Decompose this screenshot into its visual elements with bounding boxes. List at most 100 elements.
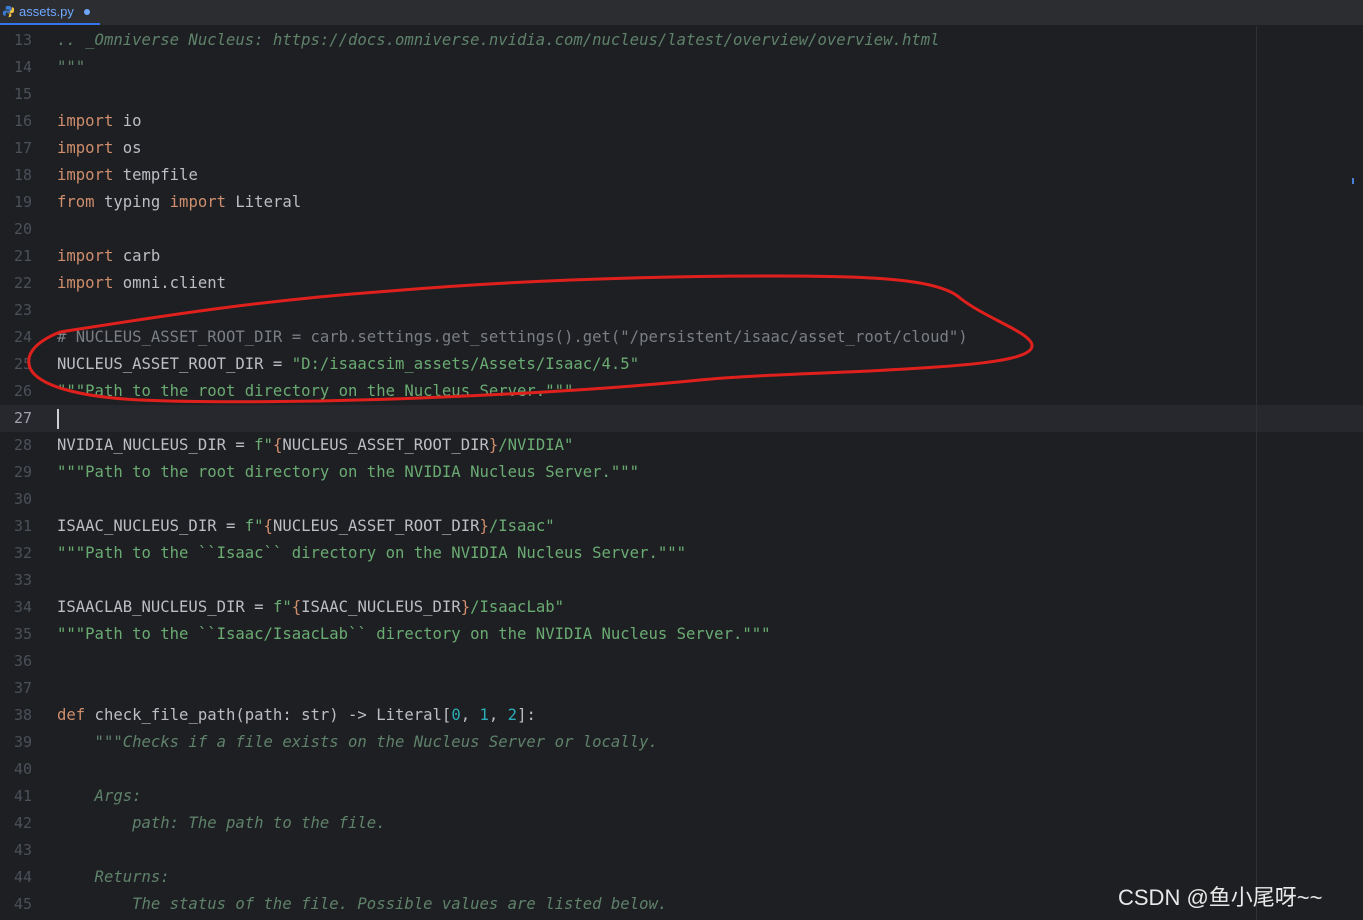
modified-indicator-icon [83,8,90,15]
code-token: f" [254,436,273,454]
code-token: ]: [517,706,536,724]
code-token: The status of the file. Possible values … [57,895,668,913]
line-number: 43 [13,841,32,859]
code-text: NVIDIA_NUCLEUS_DIR = f"{NUCLEUS_ASSET_RO… [57,432,573,459]
code-token: { [263,517,273,535]
code-token: """ [57,58,86,76]
code-line[interactable]: 25 NUCLEUS_ASSET_ROOT_DIR = "D:/isaacsim_… [0,351,1363,378]
code-line[interactable]: 31 ISAAC_NUCLEUS_DIR = f"{NUCLEUS_ASSET_R… [0,513,1363,540]
line-number: 34 [13,598,32,616]
code-token: } [479,517,489,535]
code-line[interactable]: 21 import carb [0,243,1363,270]
code-line[interactable]: 17 import os [0,135,1363,162]
line-number: 40 [13,760,32,778]
line-number: 33 [13,571,32,589]
line-number: 38 [13,706,32,724]
line-number: 19 [13,193,32,211]
line-number: 44 [13,868,32,886]
code-text: NUCLEUS_ASSET_ROOT_DIR = "D:/isaacsim_as… [57,351,639,378]
code-editor[interactable]: 13 .. _Omniverse Nucleus: https://docs.om… [0,26,1363,920]
code-line[interactable]: 40 [0,756,1363,783]
code-line[interactable]: 38 def check_file_path(path: str) -> Lite… [0,702,1363,729]
code-token: } [460,598,471,616]
line-number: 15 [13,85,32,103]
code-line[interactable]: 34 ISAACLAB_NUCLEUS_DIR = f"{ISAAC_NUCLEU… [0,594,1363,621]
code-line[interactable]: 35 """Path to the ``Isaac/IsaacLab`` dire… [0,621,1363,648]
editor-tab-bar: assets.py [0,0,1363,25]
code-line[interactable]: 15 [0,81,1363,108]
code-line[interactable]: 18 import tempfile [0,162,1363,189]
code-line[interactable]: 43 [0,837,1363,864]
code-text: """ [57,54,85,81]
code-line[interactable]: 32 """Path to the ``Isaac`` directory on … [0,540,1363,567]
code-token: } [488,436,499,454]
code-line[interactable]: 19 from typing import Literal [0,189,1363,216]
code-line[interactable]: 23 [0,297,1363,324]
code-token: check_file_path(path: str) -> Literal[ [85,706,452,724]
code-text: def check_file_path(path: str) -> Litera… [57,702,536,729]
code-token: ISAAC_NUCLEUS_DIR = [57,517,245,535]
code-line[interactable]: 39 """Checks if a file exists on the Nuc… [0,729,1363,756]
code-text: Args: [57,783,142,810]
code-text: ISAACLAB_NUCLEUS_DIR = f"{ISAAC_NUCLEUS_… [57,594,564,621]
code-text: """Path to the root directory on the Nuc… [57,378,573,405]
code-token: """Path to the ``Isaac`` directory on th… [57,544,687,562]
line-number: 36 [13,652,32,670]
code-line[interactable]: 30 [0,486,1363,513]
code-token: /Isaac" [488,517,555,535]
code-text [57,405,59,432]
code-text: from typing import Literal [57,189,301,216]
code-token: NUCLEUS_ASSET_ROOT_DIR = [57,355,292,373]
code-token: /NVIDIA" [498,436,574,454]
code-token: Literal [226,193,302,211]
code-token: Returns: [57,868,170,886]
code-token: io [113,112,142,130]
line-number: 20 [13,220,32,238]
code-line[interactable]: 37 [0,675,1363,702]
code-line[interactable]: 42 path: The path to the file. [0,810,1363,837]
code-line[interactable]: 27 [0,405,1363,432]
code-token: 2 [507,706,518,724]
code-line[interactable]: 16 import io [0,108,1363,135]
code-token: """Path to the ``Isaac/IsaacLab`` direct… [57,625,771,643]
scrollbar-marker[interactable] [1352,178,1354,184]
code-line[interactable]: 29 """Path to the root directory on the N… [0,459,1363,486]
code-line[interactable]: 24 # NUCLEUS_ASSET_ROOT_DIR = carb.settin… [0,324,1363,351]
line-number: 23 [13,301,32,319]
line-number: 25 [13,355,32,373]
code-token: carb [113,247,161,265]
code-text: .. _Omniverse Nucleus: https://docs.omni… [57,27,940,54]
code-token: os [113,139,142,157]
code-token: """Checks if a file exists on the Nucleu… [57,733,658,751]
code-token: # NUCLEUS_ASSET_ROOT_DIR = carb.settings… [57,328,968,346]
code-line[interactable]: 14 """ [0,54,1363,81]
code-token: import [57,247,114,265]
code-line[interactable]: 28 NVIDIA_NUCLEUS_DIR = f"{NUCLEUS_ASSET_… [0,432,1363,459]
tab-filename: assets.py [19,4,74,19]
line-number: 27 [13,409,32,427]
code-line[interactable]: 33 [0,567,1363,594]
code-line[interactable]: 26 """Path to the root directory on the N… [0,378,1363,405]
code-line[interactable]: 20 [0,216,1363,243]
code-token: NUCLEUS_ASSET_ROOT_DIR [272,517,480,535]
code-token: Args: [57,787,142,805]
code-line[interactable]: 36 [0,648,1363,675]
line-number: 22 [13,274,32,292]
code-line[interactable]: 22 import omni.client [0,270,1363,297]
code-token: 0 [451,706,461,724]
line-number: 28 [13,436,32,454]
code-text: ISAAC_NUCLEUS_DIR = f"{NUCLEUS_ASSET_ROO… [57,513,555,540]
code-text: Returns: [57,864,170,891]
line-number: 26 [13,382,32,400]
code-token: tempfile [113,166,198,184]
code-token: import [57,166,114,184]
code-line[interactable]: 13 .. _Omniverse Nucleus: https://docs.om… [0,27,1363,54]
code-token: 1 [479,706,489,724]
code-token: "D:/isaacsim_assets/Assets/Isaac/4.5" [291,355,640,373]
tab-assets-py[interactable]: assets.py [0,0,100,25]
code-text: # NUCLEUS_ASSET_ROOT_DIR = carb.settings… [57,324,968,351]
line-number: 35 [13,625,32,643]
code-token: import [169,193,227,211]
code-text: """Path to the ``Isaac`` directory on th… [57,540,686,567]
code-line[interactable]: 41 Args: [0,783,1363,810]
